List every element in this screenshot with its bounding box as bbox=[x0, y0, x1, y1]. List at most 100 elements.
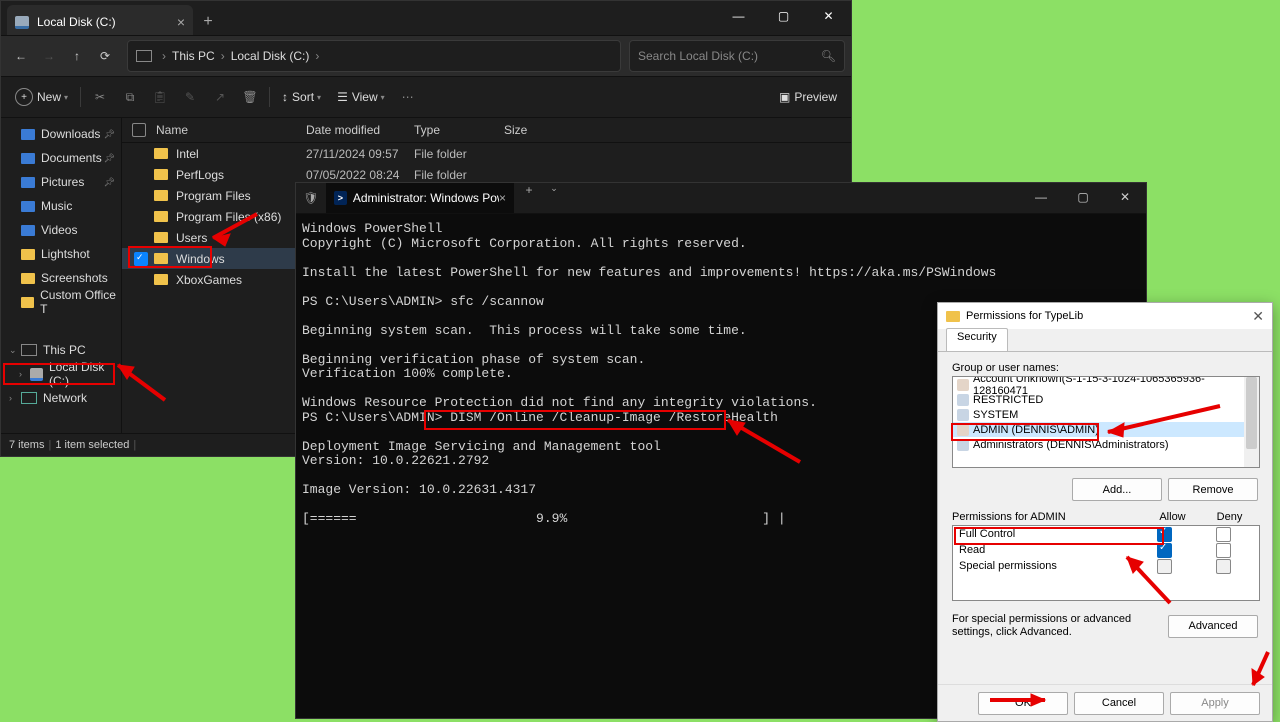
file-row-users[interactable]: Users bbox=[122, 227, 300, 248]
file-row-program-files[interactable]: Program Files bbox=[122, 185, 300, 206]
share-button[interactable]: ↗ bbox=[205, 83, 235, 111]
sidebar-lightshot[interactable]: Lightshot bbox=[1, 242, 121, 266]
cancel-button[interactable]: Cancel bbox=[1074, 692, 1164, 715]
explorer-tab[interactable]: Local Disk (C:) × bbox=[7, 5, 193, 39]
close-button[interactable]: ✕ bbox=[1252, 308, 1264, 325]
file-row-perflogs[interactable]: PerfLogs bbox=[122, 164, 300, 185]
sidebar-downloads[interactable]: Downloads📌︎ bbox=[1, 122, 121, 146]
new-button[interactable]: +New▾ bbox=[7, 83, 76, 111]
file-row-program-files-x86[interactable]: Program Files (x86) bbox=[122, 206, 300, 227]
deny-checkbox bbox=[1216, 559, 1231, 574]
preview-button[interactable]: ▣ Preview bbox=[771, 83, 845, 111]
view-button[interactable]: ☰ View▾ bbox=[329, 83, 393, 111]
search-icon: 🔍︎ bbox=[821, 49, 836, 63]
cut-button[interactable]: ✂ bbox=[85, 83, 115, 111]
terminal-titlebar: 🛡︎ Administrator: Windows Powe × + ⌄ — ▢… bbox=[296, 183, 1146, 214]
maximize-button[interactable]: ▢ bbox=[761, 1, 806, 31]
monitor-icon bbox=[136, 50, 152, 62]
powershell-icon bbox=[334, 191, 347, 205]
crumb-local-disk[interactable]: Local Disk (C:) bbox=[231, 49, 310, 63]
close-icon[interactable]: × bbox=[177, 14, 185, 30]
dropdown-button[interactable]: ⌄ bbox=[544, 183, 564, 194]
advanced-button[interactable]: Advanced bbox=[1168, 615, 1258, 638]
deny-checkbox[interactable] bbox=[1216, 543, 1231, 558]
back-button[interactable]: ← bbox=[7, 42, 35, 70]
minimize-button[interactable]: — bbox=[716, 1, 761, 31]
sidebar-videos[interactable]: Videos bbox=[1, 218, 121, 242]
explorer-sidebar: Downloads📌︎ Documents📌︎ Pictures📌︎ Music… bbox=[1, 118, 122, 433]
column-size-header[interactable]: Size bbox=[504, 123, 584, 137]
dialog-footer: OK Cancel Apply bbox=[938, 684, 1272, 721]
minimize-button[interactable]: — bbox=[1020, 183, 1062, 211]
allow-checkbox[interactable] bbox=[1157, 543, 1172, 558]
sidebar-custom-office[interactable]: Custom Office T bbox=[1, 290, 121, 314]
dialog-titlebar: Permissions for TypeLib ✕ bbox=[938, 303, 1272, 329]
allow-checkbox[interactable] bbox=[1157, 527, 1172, 542]
close-icon[interactable]: × bbox=[499, 191, 506, 205]
tab-security[interactable]: Security bbox=[946, 328, 1008, 351]
view-label: View bbox=[352, 90, 378, 104]
explorer-navbar: ← → ↑ ⟳ › This PC › Local Disk (C:) › Se… bbox=[1, 35, 851, 76]
add-button[interactable]: Add... bbox=[1072, 478, 1162, 501]
more-button[interactable]: ⋯ bbox=[393, 83, 423, 111]
sidebar-documents[interactable]: Documents📌︎ bbox=[1, 146, 121, 170]
group-item[interactable]: Administrators (DENNIS\Administrators) bbox=[953, 437, 1259, 452]
terminal-tab[interactable]: Administrator: Windows Powe × bbox=[326, 183, 514, 213]
new-tab-button[interactable]: + bbox=[514, 183, 544, 197]
paste-button[interactable]: 📋︎ bbox=[145, 83, 175, 111]
remove-button[interactable]: Remove bbox=[1168, 478, 1258, 501]
delete-button[interactable]: 🗑︎ bbox=[235, 83, 265, 111]
column-name-header[interactable]: Name bbox=[122, 118, 300, 143]
explorer-titlebar: Local Disk (C:) × + — ▢ ✕ bbox=[1, 1, 851, 35]
refresh-button[interactable]: ⟳ bbox=[91, 42, 119, 70]
group-item-selected[interactable]: ADMIN (DENNIS\ADMIN) bbox=[953, 422, 1259, 437]
deny-header: Deny bbox=[1201, 511, 1258, 523]
breadcrumb[interactable]: › This PC › Local Disk (C:) › bbox=[127, 40, 621, 72]
search-input[interactable]: Search Local Disk (C:) 🔍︎ bbox=[629, 40, 845, 72]
permissions-dialog: Permissions for TypeLib ✕ Security Group… bbox=[937, 302, 1273, 722]
new-label: New bbox=[37, 90, 61, 104]
rename-button[interactable]: ✎ bbox=[175, 83, 205, 111]
groups-label: Group or user names: bbox=[952, 362, 1258, 374]
forward-button[interactable]: → bbox=[35, 42, 63, 70]
groups-listbox[interactable]: Account Unknown(S-1-15-3-1024-1065365936… bbox=[952, 376, 1260, 468]
group-item[interactable]: SYSTEM bbox=[953, 407, 1259, 422]
sort-label: Sort bbox=[292, 90, 314, 104]
tab-title: Local Disk (C:) bbox=[37, 15, 116, 29]
status-selected: 1 item selected bbox=[55, 439, 129, 451]
close-button[interactable]: ✕ bbox=[1104, 183, 1146, 211]
sort-button[interactable]: ↕ Sort▾ bbox=[274, 83, 329, 111]
sidebar-screenshots[interactable]: Screenshots bbox=[1, 266, 121, 290]
advanced-text: For special permissions or advanced sett… bbox=[952, 613, 1168, 639]
column-type-header[interactable]: Type bbox=[414, 123, 504, 137]
chevron-icon: › bbox=[221, 49, 225, 63]
perm-row-read: Read bbox=[953, 542, 1259, 558]
window-controls: — ▢ ✕ bbox=[716, 1, 851, 31]
file-row-intel[interactable]: Intel bbox=[122, 143, 300, 164]
scrollbar[interactable] bbox=[1244, 377, 1259, 467]
apply-button[interactable]: Apply bbox=[1170, 692, 1260, 715]
permissions-for-label: Permissions for ADMIN bbox=[952, 511, 1144, 523]
sidebar-music[interactable]: Music bbox=[1, 194, 121, 218]
up-button[interactable]: ↑ bbox=[63, 42, 91, 70]
group-item[interactable]: Account Unknown(S-1-15-3-1024-1065365936… bbox=[953, 377, 1259, 392]
new-tab-button[interactable]: + bbox=[193, 5, 223, 39]
deny-checkbox[interactable] bbox=[1216, 527, 1231, 542]
file-row-windows[interactable]: Windows bbox=[122, 248, 300, 269]
folder-icon bbox=[946, 311, 960, 322]
maximize-button[interactable]: ▢ bbox=[1062, 183, 1104, 211]
sidebar-pictures[interactable]: Pictures📌︎ bbox=[1, 170, 121, 194]
column-date-header[interactable]: Date modified bbox=[300, 123, 414, 137]
close-button[interactable]: ✕ bbox=[806, 1, 851, 31]
terminal-tab-title: Administrator: Windows Powe bbox=[353, 191, 499, 205]
sidebar-network[interactable]: ›Network bbox=[1, 386, 121, 410]
copy-button[interactable]: ⧉ bbox=[115, 83, 145, 111]
sidebar-this-pc[interactable]: ⌄This PC bbox=[1, 338, 121, 362]
ok-button[interactable]: OK bbox=[978, 692, 1068, 715]
allow-checkbox bbox=[1157, 559, 1172, 574]
drive-icon bbox=[15, 16, 29, 29]
crumb-this-pc[interactable]: This PC bbox=[172, 49, 215, 63]
explorer-toolbar: +New▾ ✂ ⧉ 📋︎ ✎ ↗ 🗑︎ ↕ Sort▾ ☰ View▾ ⋯ ▣ … bbox=[1, 76, 851, 118]
sidebar-local-disk[interactable]: ›Local Disk (C:) bbox=[1, 362, 121, 386]
file-row-xboxgames[interactable]: XboxGames bbox=[122, 269, 300, 290]
